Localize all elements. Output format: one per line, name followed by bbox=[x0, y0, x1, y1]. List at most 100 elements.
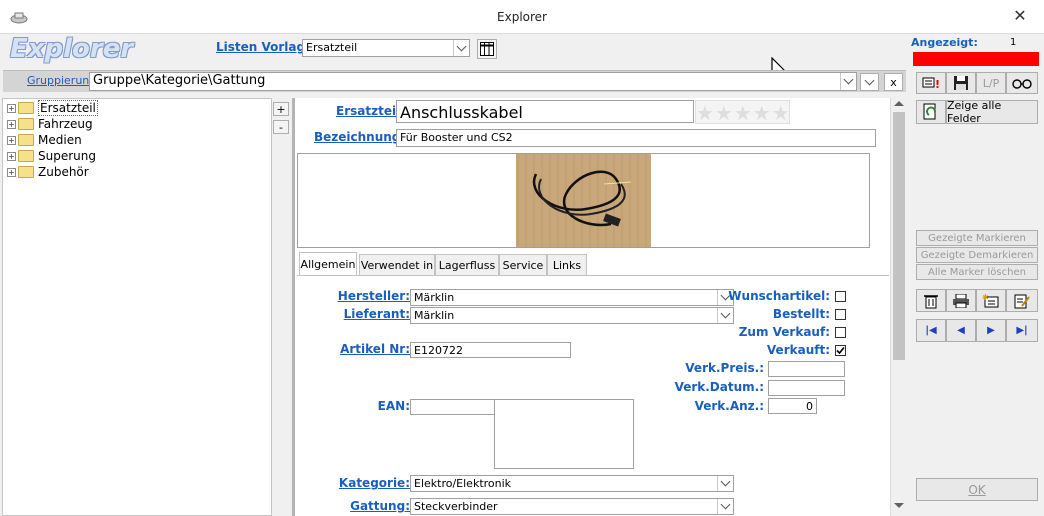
previous-record-button[interactable]: ◀ bbox=[946, 319, 976, 342]
tree-splitter[interactable]: + - bbox=[272, 98, 290, 516]
save-button[interactable] bbox=[946, 72, 976, 94]
verk-preis-label: Verk.Preis.: bbox=[685, 361, 764, 375]
first-record-button[interactable]: |◀ bbox=[916, 319, 946, 342]
tab-allgemein[interactable]: Allgemein bbox=[299, 252, 357, 276]
lieferant-label: Lieferant: bbox=[343, 307, 410, 321]
artikel-nr-label: Artikel Nr: bbox=[340, 342, 410, 356]
bezeichnung-field[interactable]: Für Booster und CS2 bbox=[396, 129, 876, 147]
tab-links[interactable]: Links bbox=[547, 254, 587, 275]
folder-icon bbox=[18, 150, 34, 162]
ean-label: EAN: bbox=[377, 399, 410, 413]
lieferant-select[interactable]: Märklin bbox=[410, 307, 734, 324]
zeige-alle-felder-button[interactable]: Zeige alle Felder bbox=[946, 99, 1038, 125]
tab-verwendet-in[interactable]: Verwendet in bbox=[359, 254, 435, 275]
verk-anz-field[interactable]: 0 bbox=[768, 398, 817, 414]
grouping-clear-button[interactable]: x bbox=[884, 73, 903, 91]
new-card-icon: ✱ bbox=[982, 293, 999, 307]
tree-item-ersatzteil[interactable]: + Ersatzteil bbox=[7, 100, 98, 116]
explorer-window: Explorer ✕ Explorer Listen Vorlage: Ersa… bbox=[0, 0, 1044, 516]
folder-icon bbox=[18, 102, 34, 114]
gattung-select[interactable]: Steckverbinder bbox=[410, 498, 734, 515]
grouping-dropdown-button[interactable] bbox=[860, 73, 879, 91]
bestellt-checkbox[interactable] bbox=[835, 309, 846, 320]
verk-datum-field[interactable] bbox=[768, 380, 845, 396]
artikel-nr-field[interactable]: E120722 bbox=[410, 342, 571, 358]
edit-record-button[interactable] bbox=[1006, 289, 1038, 312]
tree-item-fahrzeug[interactable]: + Fahrzeug bbox=[7, 116, 93, 132]
expand-icon[interactable]: + bbox=[7, 135, 16, 145]
bestellt-label: Bestellt: bbox=[772, 307, 830, 321]
last-record-button[interactable]: ▶| bbox=[1006, 319, 1038, 342]
print-button[interactable] bbox=[946, 289, 976, 312]
chevron-down-icon[interactable] bbox=[717, 476, 733, 491]
lieferant-value: Märklin bbox=[414, 309, 455, 322]
tree-item-zubehoer[interactable]: + Zubehör bbox=[7, 164, 89, 180]
svg-text:!: ! bbox=[935, 78, 940, 91]
rating-stars[interactable]: ★★★★★ bbox=[695, 100, 790, 125]
expand-all-button[interactable]: + bbox=[273, 102, 289, 116]
verk-datum-label: Verk.Datum.: bbox=[674, 380, 764, 394]
chevron-down-icon[interactable] bbox=[840, 73, 856, 90]
zum-verkauf-label: Zum Verkauf: bbox=[738, 325, 830, 339]
trash-icon bbox=[924, 294, 938, 308]
gattung-value: Steckverbinder bbox=[414, 500, 498, 513]
window-title: Explorer bbox=[497, 10, 547, 24]
lp-button[interactable]: L/P bbox=[976, 72, 1006, 94]
ersatzteil-field[interactable]: Anschlusskabel bbox=[396, 100, 694, 123]
photo-frame[interactable] bbox=[297, 153, 870, 248]
kategorie-value: Elektro/Elektronik bbox=[414, 477, 512, 490]
listen-vorlage-value: Ersatzteil bbox=[306, 41, 358, 54]
folder-icon bbox=[18, 118, 34, 130]
hersteller-label: Hersteller: bbox=[337, 289, 410, 303]
document-refresh-icon bbox=[923, 103, 936, 120]
ok-button[interactable]: OK bbox=[916, 478, 1038, 501]
next-record-button[interactable]: ▶ bbox=[976, 319, 1006, 342]
verkauft-checkbox[interactable] bbox=[835, 345, 846, 356]
printer-icon bbox=[953, 293, 969, 308]
hersteller-select[interactable]: Märklin bbox=[410, 289, 734, 306]
tree-item-label: Fahrzeug bbox=[38, 117, 93, 131]
wunschartikel-checkbox[interactable] bbox=[835, 291, 846, 302]
chevron-down-icon[interactable] bbox=[717, 499, 733, 514]
product-photo bbox=[516, 154, 651, 247]
expand-icon[interactable]: + bbox=[7, 151, 16, 161]
scroll-thumb[interactable] bbox=[893, 112, 905, 360]
scroll-down-icon[interactable] bbox=[894, 503, 904, 508]
content-scrollbar[interactable] bbox=[890, 98, 907, 516]
floppy-disk-icon bbox=[954, 76, 968, 90]
tab-service[interactable]: Service bbox=[499, 254, 547, 275]
alle-marker-loeschen-button[interactable]: Alle Marker löschen bbox=[916, 264, 1038, 280]
close-icon[interactable]: ✕ bbox=[1010, 6, 1030, 25]
scroll-up-icon[interactable] bbox=[894, 101, 904, 106]
gezeigte-markieren-button[interactable]: Gezeigte Markieren bbox=[916, 230, 1038, 246]
verk-anz-label: Verk.Anz.: bbox=[694, 399, 764, 413]
group-tree[interactable]: + Ersatzteil + Fahrzeug + Medien + Superung … bbox=[2, 98, 272, 516]
collapse-all-button[interactable]: - bbox=[273, 120, 289, 134]
tree-item-medien[interactable]: + Medien bbox=[7, 132, 82, 148]
expand-icon[interactable]: + bbox=[7, 167, 16, 177]
ean-field[interactable] bbox=[410, 399, 495, 415]
tab-lagerfluss[interactable]: Lagerfluss bbox=[435, 254, 499, 275]
grouping-select[interactable]: Gruppe\Kategorie\Gattung bbox=[89, 72, 857, 91]
chevron-down-icon bbox=[864, 75, 875, 85]
edit-alert-button[interactable]: ! bbox=[916, 72, 946, 94]
table-layout-button[interactable] bbox=[477, 39, 497, 59]
zum-verkauf-checkbox[interactable] bbox=[835, 327, 846, 338]
expand-icon[interactable]: + bbox=[7, 103, 16, 113]
listen-vorlage-select[interactable]: Ersatzteil bbox=[302, 39, 470, 57]
bezeichnung-label: Bezeichnung: bbox=[314, 130, 406, 144]
kategorie-select[interactable]: Elektro/Elektronik bbox=[410, 475, 734, 492]
ean-barcode-box bbox=[494, 399, 634, 469]
chevron-down-icon[interactable] bbox=[453, 40, 469, 56]
new-record-button[interactable]: ✱ bbox=[976, 289, 1006, 312]
delete-button[interactable] bbox=[916, 289, 946, 312]
edit-warning-icon: ! bbox=[922, 77, 940, 91]
view-button[interactable] bbox=[1006, 72, 1038, 94]
tree-item-label: Superung bbox=[38, 149, 96, 163]
refresh-document-button[interactable] bbox=[916, 100, 946, 124]
expand-icon[interactable]: + bbox=[7, 119, 16, 129]
gezeigte-demarkieren-button[interactable]: Gezeigte Demarkieren bbox=[916, 247, 1038, 263]
angezeigt-count: 1 bbox=[1010, 37, 1017, 48]
tree-item-superung[interactable]: + Superung bbox=[7, 148, 96, 164]
verk-preis-field[interactable] bbox=[768, 361, 845, 377]
